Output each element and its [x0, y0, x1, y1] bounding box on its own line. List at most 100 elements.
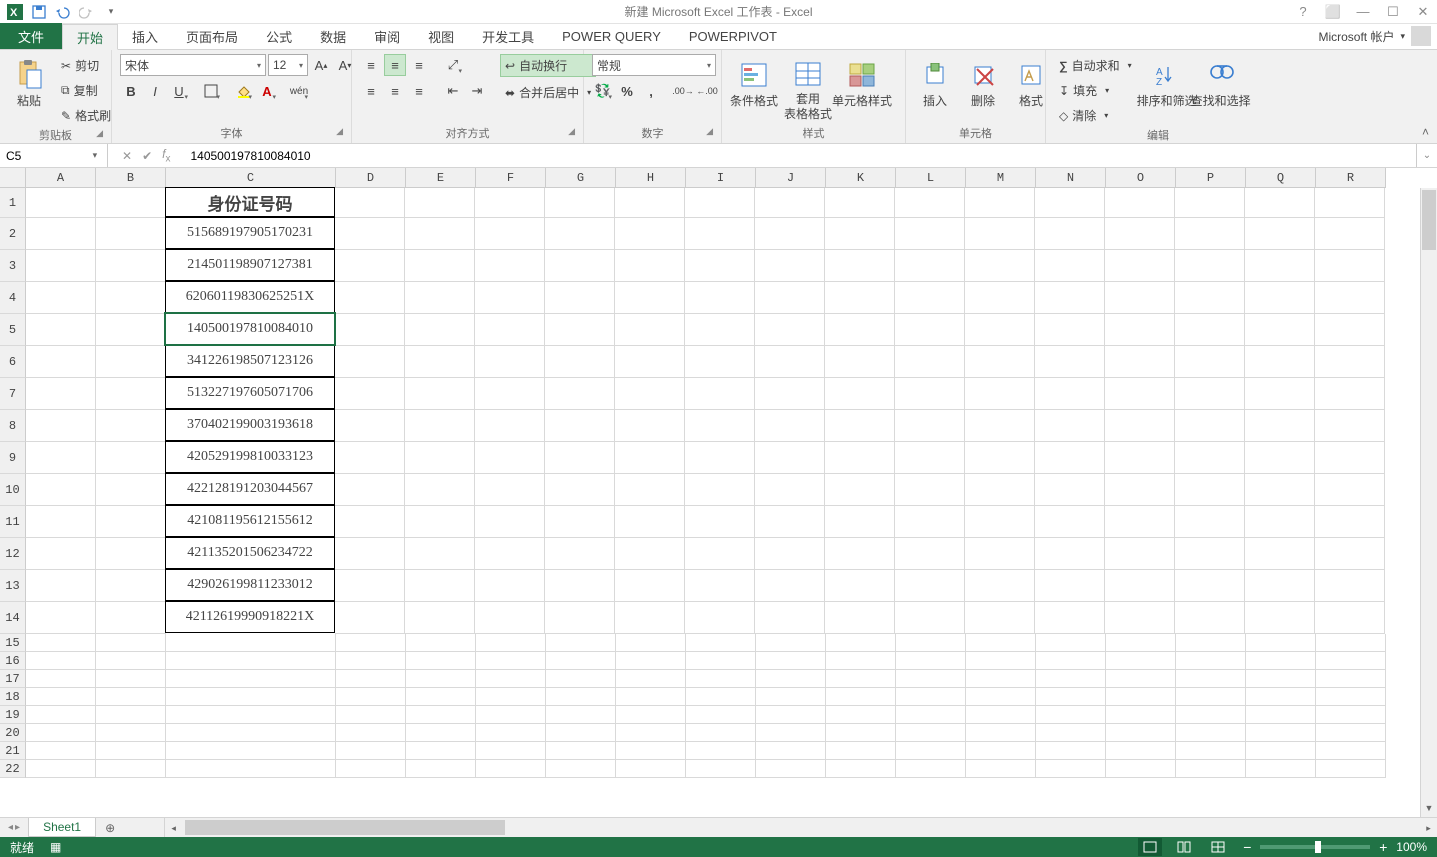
- cell[interactable]: [615, 602, 685, 634]
- cell[interactable]: [475, 188, 545, 218]
- row-header[interactable]: 19: [0, 706, 26, 724]
- cell[interactable]: [755, 410, 825, 442]
- cell[interactable]: [825, 442, 895, 474]
- cell[interactable]: [166, 670, 336, 688]
- column-header[interactable]: A: [26, 168, 96, 188]
- cell[interactable]: [826, 742, 896, 760]
- cell[interactable]: [26, 742, 96, 760]
- row-header[interactable]: 8: [0, 410, 26, 442]
- cell[interactable]: [615, 282, 685, 314]
- cell[interactable]: [615, 346, 685, 378]
- cell[interactable]: [335, 442, 405, 474]
- dialog-launcher-icon[interactable]: ◢: [94, 128, 105, 139]
- row-header[interactable]: 14: [0, 602, 26, 634]
- cell[interactable]: [405, 474, 475, 506]
- cell[interactable]: [755, 282, 825, 314]
- cell[interactable]: [166, 742, 336, 760]
- column-header[interactable]: G: [546, 168, 616, 188]
- cell[interactable]: [825, 346, 895, 378]
- cell[interactable]: [405, 506, 475, 538]
- scrollbar-thumb[interactable]: [1422, 190, 1436, 250]
- cell[interactable]: [546, 670, 616, 688]
- cell[interactable]: [895, 282, 965, 314]
- decrease-decimal-icon[interactable]: ←.00: [696, 80, 718, 102]
- cell[interactable]: [1036, 760, 1106, 778]
- cell[interactable]: [1036, 634, 1106, 652]
- fx-icon[interactable]: fx: [162, 147, 170, 164]
- wrap-text-button[interactable]: ↩自动换行: [500, 54, 596, 77]
- cell[interactable]: [896, 670, 966, 688]
- cell[interactable]: [96, 474, 166, 506]
- cell[interactable]: [895, 538, 965, 570]
- cell[interactable]: [1175, 410, 1245, 442]
- fill-button[interactable]: ↧填充▾: [1054, 79, 1137, 102]
- cell[interactable]: [1316, 634, 1386, 652]
- cell[interactable]: [475, 250, 545, 282]
- cell[interactable]: [1315, 282, 1385, 314]
- cell[interactable]: [965, 188, 1035, 218]
- cell[interactable]: 515689197905170231: [165, 217, 335, 249]
- cell[interactable]: [685, 188, 755, 218]
- cell[interactable]: [1176, 706, 1246, 724]
- row-header[interactable]: 3: [0, 250, 26, 282]
- cell[interactable]: [336, 688, 406, 706]
- cell[interactable]: [405, 538, 475, 570]
- cell[interactable]: [685, 218, 755, 250]
- cell[interactable]: [1035, 506, 1105, 538]
- align-middle-icon[interactable]: ≡: [384, 54, 406, 76]
- cell[interactable]: [406, 706, 476, 724]
- cell[interactable]: [405, 378, 475, 410]
- column-header[interactable]: H: [616, 168, 686, 188]
- align-top-icon[interactable]: ≡: [360, 54, 382, 76]
- cell[interactable]: [96, 282, 166, 314]
- cell[interactable]: 370402199003193618: [165, 409, 335, 441]
- cell[interactable]: [1245, 538, 1315, 570]
- cell[interactable]: [96, 378, 166, 410]
- scrollbar-thumb[interactable]: [185, 820, 505, 835]
- cell[interactable]: [1105, 314, 1175, 346]
- cell[interactable]: [335, 410, 405, 442]
- cell[interactable]: [26, 250, 96, 282]
- cell[interactable]: [336, 760, 406, 778]
- cell[interactable]: [26, 346, 96, 378]
- cell[interactable]: [826, 670, 896, 688]
- cell[interactable]: [475, 538, 545, 570]
- sheet-tab[interactable]: Sheet1: [28, 818, 96, 837]
- column-header[interactable]: C: [166, 168, 336, 188]
- cell[interactable]: [96, 760, 166, 778]
- cell[interactable]: [1245, 506, 1315, 538]
- cell[interactable]: [895, 218, 965, 250]
- cell[interactable]: [825, 570, 895, 602]
- page-layout-view-button[interactable]: [1172, 838, 1196, 856]
- decrease-font-icon[interactable]: A▾: [334, 54, 356, 76]
- cell[interactable]: [1175, 188, 1245, 218]
- cell[interactable]: [545, 346, 615, 378]
- cell[interactable]: [1245, 442, 1315, 474]
- cell[interactable]: [475, 442, 545, 474]
- cell[interactable]: [166, 760, 336, 778]
- cell[interactable]: [1036, 688, 1106, 706]
- cell[interactable]: 341226198507123126: [165, 345, 335, 377]
- find-select-button[interactable]: 查找和选择: [1197, 54, 1245, 124]
- cell[interactable]: [1105, 506, 1175, 538]
- bold-button[interactable]: B: [120, 80, 142, 102]
- column-header[interactable]: O: [1106, 168, 1176, 188]
- column-header[interactable]: D: [336, 168, 406, 188]
- cell[interactable]: [1106, 634, 1176, 652]
- cell[interactable]: [615, 442, 685, 474]
- dialog-launcher-icon[interactable]: ◢: [566, 126, 577, 137]
- cell[interactable]: [965, 218, 1035, 250]
- cell[interactable]: [476, 634, 546, 652]
- qat-customize-icon[interactable]: ▾: [100, 1, 122, 23]
- cell[interactable]: [475, 346, 545, 378]
- cell[interactable]: [1175, 218, 1245, 250]
- cell[interactable]: [615, 314, 685, 346]
- cell[interactable]: [96, 688, 166, 706]
- cell[interactable]: [1035, 602, 1105, 634]
- cell[interactable]: [965, 474, 1035, 506]
- cell[interactable]: [96, 706, 166, 724]
- cell[interactable]: [616, 688, 686, 706]
- cell[interactable]: [616, 760, 686, 778]
- scroll-down-icon[interactable]: ▼: [1421, 800, 1437, 817]
- cell[interactable]: [965, 602, 1035, 634]
